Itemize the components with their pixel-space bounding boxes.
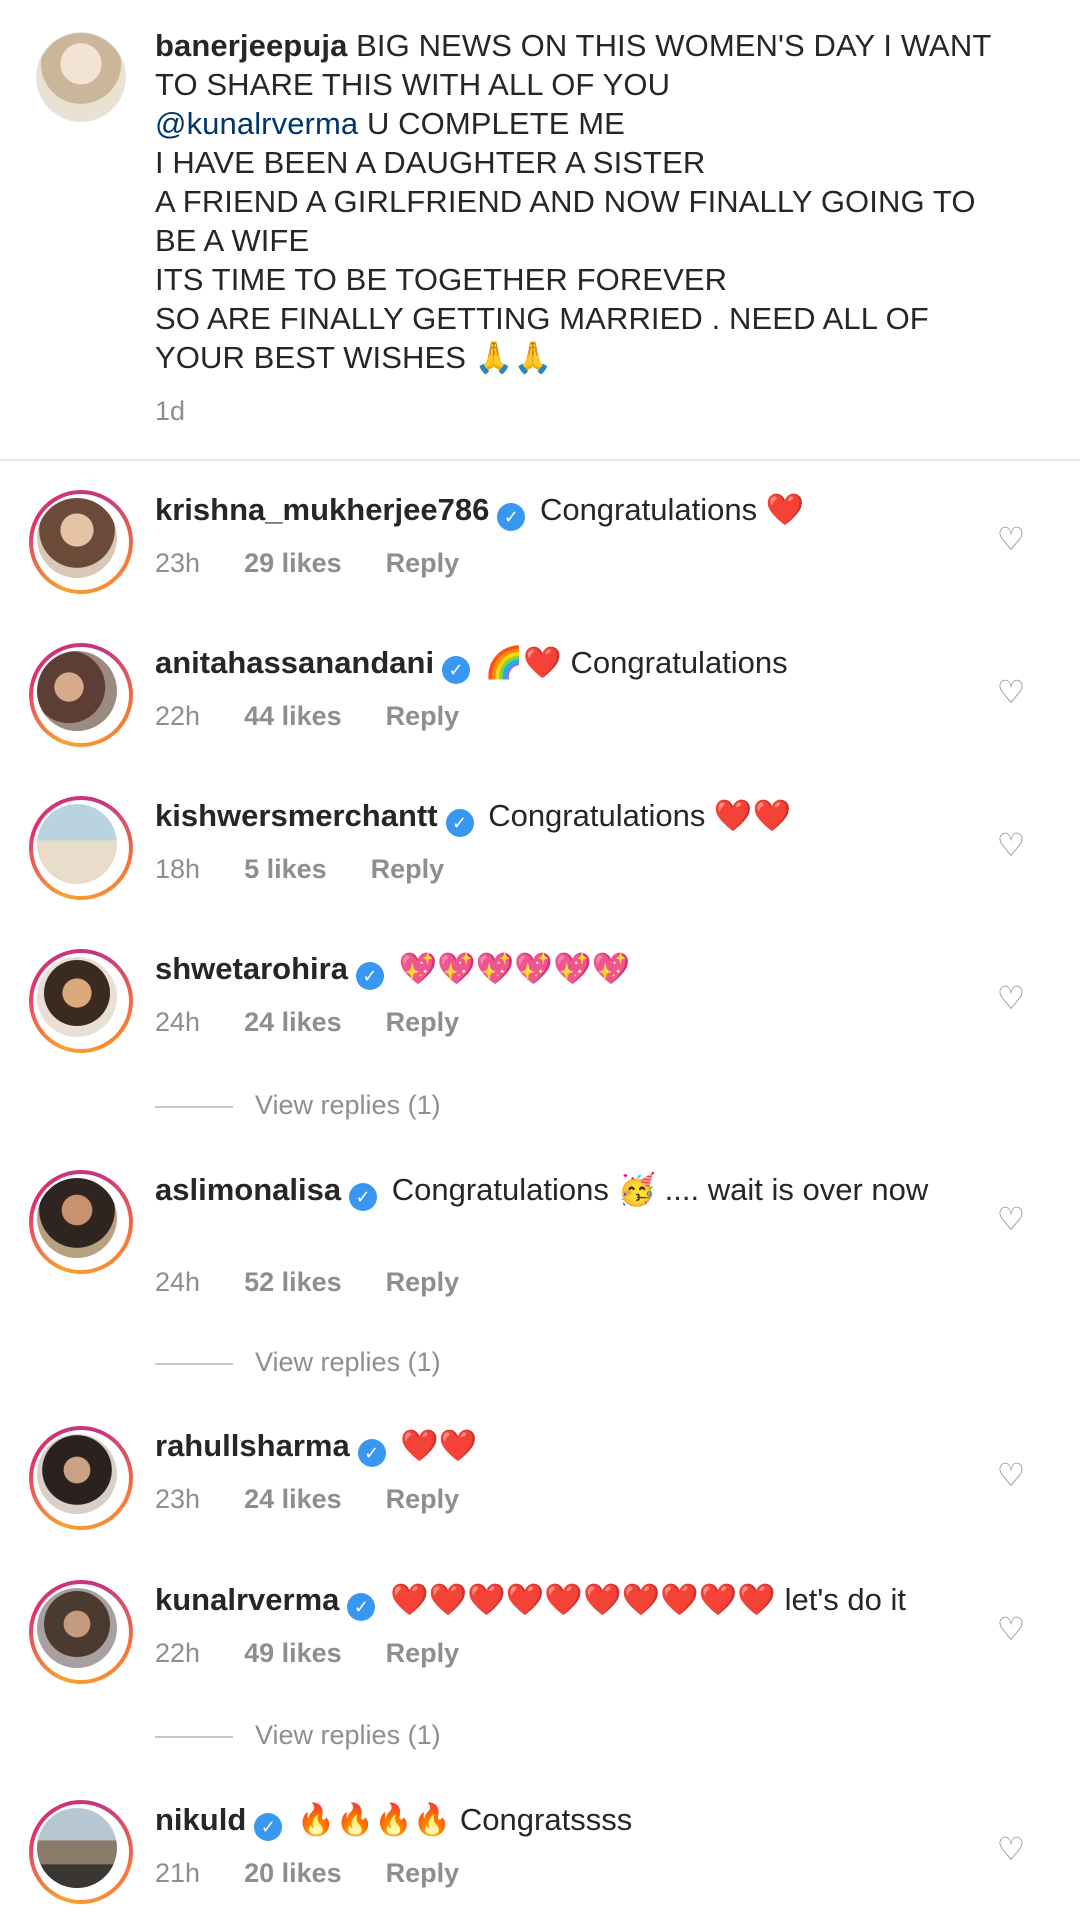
comment-body: Congratulations ❤️❤️ <box>488 798 792 833</box>
reply-button[interactable]: Reply <box>386 1484 460 1514</box>
verified-badge-icon: ✓ <box>442 656 471 684</box>
caption-text: banerjeepuja BIG NEWS ON THIS WOMEN'S DA… <box>155 26 1015 377</box>
heart-outline-icon[interactable]: ♡ <box>994 981 1028 1015</box>
comment-body: 🌈❤️ Congratulations <box>484 645 788 680</box>
comment-time: 23h <box>155 548 201 578</box>
comment-text: nikuld ✓ 🔥🔥🔥🔥 Congratssss <box>155 1800 935 1841</box>
comment-body: 💖💖💖💖💖💖 <box>398 951 631 986</box>
comment-text: rahullsharma ✓ ❤️❤️ <box>155 1426 935 1467</box>
view-replies-label: View replies (1) <box>255 1090 441 1120</box>
reply-button[interactable]: Reply <box>386 548 460 578</box>
comment-body: Congratulations ❤️ <box>539 492 805 527</box>
view-replies-button[interactable]: View replies (1) <box>155 1720 441 1751</box>
comment-meta: 23h 29 likes Reply <box>155 548 503 579</box>
view-replies-button[interactable]: View replies (1) <box>155 1347 441 1378</box>
comment-likes[interactable]: 52 likes <box>244 1267 342 1297</box>
verified-badge-icon: ✓ <box>254 1813 283 1841</box>
comment-time: 21h <box>155 1858 201 1888</box>
comment-meta: 22h 44 likes Reply <box>155 701 503 732</box>
comment-body: 🔥🔥🔥🔥 Congratssss <box>296 1802 633 1837</box>
comment-text: kunalrverma ✓ ❤️❤️❤️❤️❤️❤️❤️❤️❤️❤️ let's … <box>155 1580 935 1621</box>
comment-likes[interactable]: 5 likes <box>244 854 327 884</box>
reply-button[interactable]: Reply <box>386 1007 460 1037</box>
comment-meta: 23h 24 likes Reply <box>155 1484 503 1515</box>
comment-likes[interactable]: 24 likes <box>244 1007 342 1037</box>
avatar[interactable] <box>29 1426 133 1530</box>
comment-username[interactable]: aslimonalisa <box>155 1172 341 1207</box>
comment-body: ❤️❤️ <box>400 1428 478 1463</box>
heart-outline-icon[interactable]: ♡ <box>994 1202 1028 1236</box>
avatar[interactable] <box>29 1580 133 1684</box>
comment-time: 22h <box>155 701 201 731</box>
verified-badge-icon: ✓ <box>355 962 384 990</box>
avatar[interactable] <box>29 1170 133 1274</box>
comment-likes[interactable]: 24 likes <box>244 1484 342 1514</box>
replies-line <box>155 1735 233 1738</box>
avatar[interactable] <box>29 643 133 747</box>
comment-username[interactable]: nikuld <box>155 1802 246 1837</box>
comment-text: kishwersmerchantt ✓ Congratulations ❤️❤️ <box>155 796 935 837</box>
comment-body: ❤️❤️❤️❤️❤️❤️❤️❤️❤️❤️ let's do it <box>390 1582 906 1617</box>
comment-meta: 18h 5 likes Reply <box>155 854 488 885</box>
reply-button[interactable]: Reply <box>386 1638 460 1668</box>
verified-badge-icon: ✓ <box>497 503 526 531</box>
comment-meta: 22h 49 likes Reply <box>155 1638 503 1669</box>
reply-button[interactable]: Reply <box>386 1858 460 1888</box>
comment-username[interactable]: shwetarohira <box>155 951 348 986</box>
comment-text: aslimonalisa ✓ Congratulations 🥳 .... wai… <box>155 1170 935 1211</box>
heart-outline-icon[interactable]: ♡ <box>994 1612 1028 1646</box>
heart-outline-icon[interactable]: ♡ <box>994 675 1028 709</box>
comment-time: 23h <box>155 1484 201 1514</box>
caption-mention[interactable]: @kunalrverma <box>155 106 358 141</box>
caption-text-part2: U COMPLETE ME I HAVE BEEN A DAUGHTER A S… <box>155 106 976 375</box>
view-replies-label: View replies (1) <box>255 1347 441 1377</box>
comment-likes[interactable]: 29 likes <box>244 548 342 578</box>
avatar[interactable] <box>29 949 133 1053</box>
verified-badge-icon: ✓ <box>349 1183 378 1211</box>
verified-badge-icon: ✓ <box>357 1439 386 1467</box>
comment-meta: 24h 24 likes Reply <box>155 1007 503 1038</box>
comment-username[interactable]: krishna_mukherjee786 <box>155 492 489 527</box>
heart-outline-icon[interactable]: ♡ <box>994 1458 1028 1492</box>
caption-author-avatar[interactable] <box>36 32 126 122</box>
comment-text: shwetarohira ✓ 💖💖💖💖💖💖 <box>155 949 935 990</box>
comment-likes[interactable]: 20 likes <box>244 1858 342 1888</box>
comment-time: 18h <box>155 854 201 884</box>
comment-likes[interactable]: 44 likes <box>244 701 342 731</box>
comment-time: 24h <box>155 1007 201 1037</box>
view-replies-button[interactable]: View replies (1) <box>155 1090 441 1121</box>
post-caption: banerjeepuja BIG NEWS ON THIS WOMEN'S DA… <box>0 0 1080 460</box>
comment-username[interactable]: anitahassanandani <box>155 645 434 680</box>
reply-button[interactable]: Reply <box>386 1267 460 1297</box>
comment-likes[interactable]: 49 likes <box>244 1638 342 1668</box>
caption-time: 1d <box>155 396 186 426</box>
heart-outline-icon[interactable]: ♡ <box>994 522 1028 556</box>
verified-badge-icon: ✓ <box>445 809 474 837</box>
comment-username[interactable]: rahullsharma <box>155 1428 350 1463</box>
comment-meta: 24h 52 likes Reply <box>155 1267 503 1298</box>
reply-button[interactable]: Reply <box>371 854 445 884</box>
caption-divider <box>0 459 1080 461</box>
reply-button[interactable]: Reply <box>386 701 460 731</box>
comment-text: krishna_mukherjee786 ✓ Congratulations ❤️ <box>155 490 935 531</box>
comment-time: 24h <box>155 1267 201 1297</box>
comment-time: 22h <box>155 1638 201 1668</box>
view-replies-label: View replies (1) <box>255 1720 441 1750</box>
comment-text: anitahassanandani ✓ 🌈❤️ Congratulations <box>155 643 935 684</box>
replies-line <box>155 1105 233 1108</box>
heart-outline-icon[interactable]: ♡ <box>994 1832 1028 1866</box>
comment-username[interactable]: kishwersmerchantt <box>155 798 438 833</box>
replies-line <box>155 1362 233 1365</box>
avatar[interactable] <box>29 1800 133 1904</box>
avatar[interactable] <box>29 490 133 594</box>
caption-username[interactable]: banerjeepuja <box>155 28 347 63</box>
verified-badge-icon: ✓ <box>347 1593 376 1621</box>
comment-body: Congratulations 🥳 .... wait is over now <box>391 1172 929 1207</box>
avatar[interactable] <box>29 796 133 900</box>
comment-username[interactable]: kunalrverma <box>155 1582 339 1617</box>
comment-meta: 21h 20 likes Reply <box>155 1858 503 1889</box>
heart-outline-icon[interactable]: ♡ <box>994 828 1028 862</box>
